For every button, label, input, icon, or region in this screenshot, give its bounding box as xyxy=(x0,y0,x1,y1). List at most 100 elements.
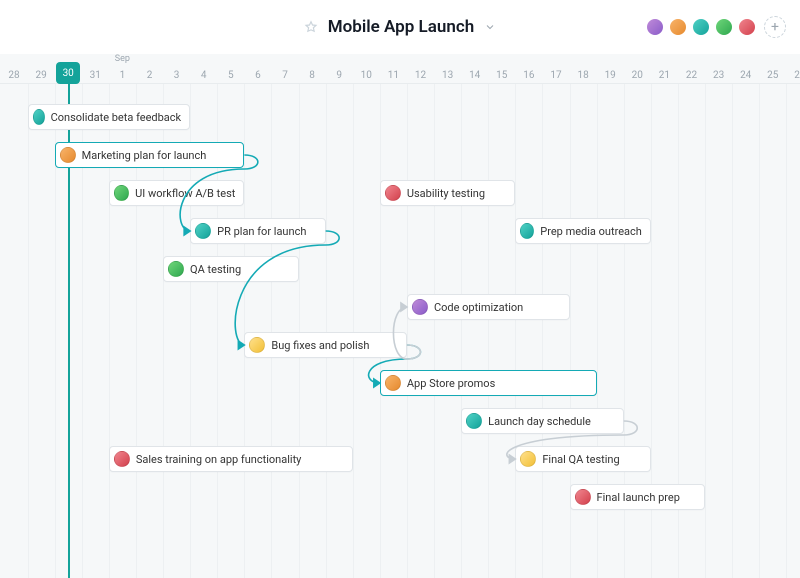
timeline-day[interactable]: 8 xyxy=(298,66,326,84)
task-bar[interactable]: PR plan for launch xyxy=(190,218,326,244)
assignee-avatar xyxy=(33,109,45,125)
timeline-day[interactable]: 21 xyxy=(650,66,678,84)
task-bar[interactable]: QA testing xyxy=(163,256,299,282)
grid-line xyxy=(461,84,462,578)
task-bar[interactable]: Code optimization xyxy=(407,294,570,320)
task-bar[interactable]: Prep media outreach xyxy=(515,218,651,244)
star-icon[interactable] xyxy=(304,20,318,34)
task-label: Bug fixes and polish xyxy=(271,339,369,352)
collaborator-avatar[interactable] xyxy=(714,17,734,37)
timeline-day[interactable]: 14 xyxy=(461,66,489,84)
grid-line xyxy=(515,84,516,578)
timeline-grid: Consolidate beta feedback Marketing plan … xyxy=(0,84,800,578)
assignee-avatar xyxy=(385,375,401,391)
assignee-avatar xyxy=(385,185,401,201)
task-label: QA testing xyxy=(190,263,241,276)
grid-line xyxy=(434,84,435,578)
assignee-avatar xyxy=(520,223,534,239)
task-bar[interactable]: App Store promos xyxy=(380,370,597,396)
timeline-day[interactable]: 26 xyxy=(786,66,800,84)
grid-line xyxy=(759,84,760,578)
task-label: Marketing plan for launch xyxy=(82,149,207,162)
collaborator-avatar[interactable] xyxy=(691,17,711,37)
assignee-avatar xyxy=(114,185,129,201)
timeline-day[interactable]: 16 xyxy=(515,66,543,84)
timeline-day[interactable]: 24 xyxy=(732,66,760,84)
task-bar[interactable]: Usability testing xyxy=(380,180,516,206)
timeline-day[interactable]: 23 xyxy=(705,66,733,84)
chevron-down-icon[interactable] xyxy=(484,21,496,33)
timeline-day[interactable]: 3 xyxy=(163,66,191,84)
collaborator-avatar[interactable] xyxy=(668,17,688,37)
task-bar[interactable]: Final QA testing xyxy=(515,446,651,472)
timeline-day[interactable]: 10 xyxy=(352,66,380,84)
timeline-day[interactable]: 12 xyxy=(407,66,435,84)
timeline-day[interactable]: 11 xyxy=(379,66,407,84)
timeline-day[interactable]: 9 xyxy=(325,66,353,84)
assignee-avatar xyxy=(520,451,536,467)
timeline-day[interactable]: 18 xyxy=(569,66,597,84)
grid-line xyxy=(244,84,245,578)
timeline-day[interactable]: 31 xyxy=(81,66,109,84)
grid-line xyxy=(326,84,327,578)
app-header: Mobile App Launch + xyxy=(0,0,800,54)
timeline-day[interactable]: 17 xyxy=(542,66,570,84)
grid-line xyxy=(28,84,29,578)
task-label: Prep media outreach xyxy=(540,225,642,238)
grid-line xyxy=(271,84,272,578)
grid-line xyxy=(353,84,354,578)
timeline-day[interactable]: 4 xyxy=(190,66,218,84)
grid-line xyxy=(732,84,733,578)
task-label: App Store promos xyxy=(407,377,495,390)
grid-line xyxy=(299,84,300,578)
timeline-day[interactable]: 1 xyxy=(108,66,136,84)
month-label: Sep xyxy=(115,54,130,64)
task-label: Final QA testing xyxy=(542,453,619,466)
task-bar[interactable]: Bug fixes and polish xyxy=(244,332,407,358)
task-bar[interactable]: Final launch prep xyxy=(570,484,706,510)
timeline-day[interactable]: 15 xyxy=(488,66,516,84)
assignee-avatar xyxy=(412,299,428,315)
collaborators: + xyxy=(645,0,786,54)
assignee-avatar xyxy=(575,489,591,505)
timeline-day[interactable]: 29 xyxy=(27,66,55,84)
task-bar[interactable]: Launch day schedule xyxy=(461,408,624,434)
task-bar[interactable]: Consolidate beta feedback xyxy=(28,104,191,130)
timeline-day[interactable]: 7 xyxy=(271,66,299,84)
timeline-day[interactable]: 20 xyxy=(623,66,651,84)
timeline-day[interactable]: 2 xyxy=(136,66,164,84)
task-label: Usability testing xyxy=(407,187,485,200)
assignee-avatar xyxy=(60,147,76,163)
assignee-avatar xyxy=(466,413,482,429)
grid-line xyxy=(786,84,787,578)
timeline-day[interactable]: 22 xyxy=(678,66,706,84)
collaborator-avatar[interactable] xyxy=(737,17,757,37)
grid-line xyxy=(705,84,706,578)
timeline-day[interactable]: 13 xyxy=(434,66,462,84)
grid-line xyxy=(542,84,543,578)
task-label: Final launch prep xyxy=(597,491,680,504)
task-label: Launch day schedule xyxy=(488,415,591,428)
timeline-day[interactable]: 19 xyxy=(596,66,624,84)
timeline-day[interactable]: 28 xyxy=(0,66,28,84)
project-title[interactable]: Mobile App Launch xyxy=(328,17,474,37)
collaborator-avatar[interactable] xyxy=(645,17,665,37)
task-bar[interactable]: Marketing plan for launch xyxy=(55,142,245,168)
timeline-day[interactable]: 6 xyxy=(244,66,272,84)
task-label: Code optimization xyxy=(434,301,523,314)
task-label: UI workflow A/B test xyxy=(135,187,235,200)
add-collaborator-button[interactable]: + xyxy=(764,16,786,38)
timeline-day-today[interactable]: 30 xyxy=(56,62,80,84)
assignee-avatar xyxy=(114,451,130,467)
assignee-avatar xyxy=(168,261,184,277)
task-bar[interactable]: UI workflow A/B test xyxy=(109,180,245,206)
timeline-day[interactable]: 5 xyxy=(217,66,245,84)
timeline-day[interactable]: 25 xyxy=(759,66,787,84)
grid-line xyxy=(380,84,381,578)
task-label: Consolidate beta feedback xyxy=(51,111,182,124)
header-title-wrap: Mobile App Launch xyxy=(304,17,496,37)
grid-line xyxy=(488,84,489,578)
assignee-avatar xyxy=(249,337,265,353)
task-label: Sales training on app functionality xyxy=(136,453,302,466)
task-bar[interactable]: Sales training on app functionality xyxy=(109,446,353,472)
